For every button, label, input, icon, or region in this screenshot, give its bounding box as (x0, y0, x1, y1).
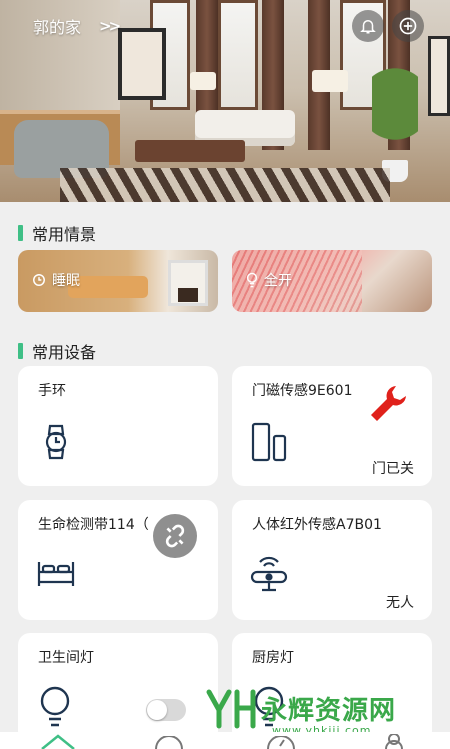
device-status: 门已关 (372, 461, 414, 477)
home-name: 郭的家 (33, 18, 82, 37)
add-button[interactable] (392, 10, 424, 42)
bell-icon (360, 20, 376, 34)
scene-card-all-on[interactable]: 全开 (232, 250, 432, 312)
device-name: 门磁传感9E601 (252, 383, 353, 399)
profile-tab-icon[interactable] (382, 734, 406, 749)
device-status: 无人 (386, 595, 414, 611)
light-toggle[interactable] (146, 699, 186, 721)
device-name: 人体红外传感A7B01 (252, 517, 382, 533)
watch-icon (45, 424, 67, 460)
accent-bar (18, 343, 23, 359)
bottom-navigation (0, 732, 450, 749)
scene-tab-icon[interactable] (154, 736, 184, 749)
discover-tab-icon[interactable] (266, 736, 296, 749)
notification-button[interactable] (352, 10, 384, 42)
unlink-badge[interactable] (153, 514, 197, 558)
bed-icon (37, 562, 75, 586)
double-chevron-right-icon: >> (99, 17, 121, 35)
scene-label-sleep: 睡眠 (52, 273, 80, 289)
bulb-icon (40, 686, 70, 727)
device-name: 厨房灯 (252, 650, 294, 666)
light-bulb-icon (246, 272, 258, 288)
home-selector[interactable]: 郭的家 >> (33, 14, 121, 38)
watermark-text: 永辉资源网 (261, 695, 397, 726)
watermark-logo-icon (206, 689, 256, 729)
accent-bar (18, 225, 23, 241)
device-card-infrared-sensor[interactable]: 人体红外传感A7B01 无人 (232, 500, 432, 620)
plus-circle-icon (399, 17, 417, 35)
unlink-icon (165, 524, 185, 548)
wrench-icon[interactable] (366, 382, 410, 426)
toggle-knob (147, 700, 167, 720)
device-name: 手环 (38, 383, 66, 399)
door-sensor-icon (251, 422, 287, 462)
device-name: 卫生间灯 (38, 650, 94, 666)
device-card-bathroom-light[interactable]: 卫生间灯 (18, 633, 218, 743)
moon-clock-icon (33, 274, 45, 286)
device-card-door-sensor[interactable]: 门磁传感9E601 门已关 (232, 366, 432, 486)
device-card-life-monitor[interactable]: 生命检测带114（ (18, 500, 218, 620)
infrared-sensor-icon (250, 556, 288, 592)
scenes-title-text: 常用情景 (32, 225, 97, 244)
devices-title-text: 常用设备 (32, 343, 97, 362)
scene-card-sleep[interactable]: 睡眠 (18, 250, 218, 312)
devices-section-title: 常用设备 (18, 339, 96, 363)
device-name: 生命检测带114（ (38, 517, 149, 533)
scene-label-all-on: 全开 (264, 273, 292, 289)
scenes-section-title: 常用情景 (18, 221, 96, 245)
device-card-wristband[interactable]: 手环 (18, 366, 218, 486)
home-tab-icon[interactable] (40, 734, 76, 749)
